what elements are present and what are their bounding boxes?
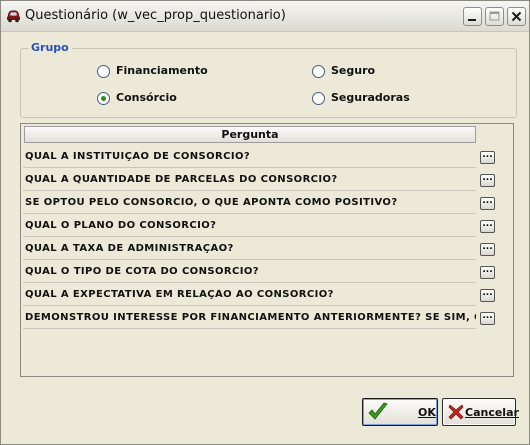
- title-bar[interactable]: Questionário (w_vec_prop_questionario): [1, 1, 529, 32]
- question-text: QUAL A TAXA DE ADMINISTRAÇÃO?: [25, 243, 234, 254]
- question-text: DEMONSTROU INTERESSE POR FINANCIAMENTO A…: [25, 312, 476, 323]
- edit-question-button[interactable]: ...: [480, 312, 495, 325]
- question-text: SE OPTOU PELO CONSÓRCIO, O QUE APONTA CO…: [25, 197, 398, 208]
- x-icon: [448, 404, 464, 420]
- edit-question-button[interactable]: ...: [480, 243, 495, 256]
- check-icon: [368, 402, 388, 420]
- question-text: QUAL O PLANO DO CONSÓRCIO?: [25, 220, 217, 231]
- questions-grid[interactable]: Pergunta QUAL A INSTITUIÇÃO DE CONSÓRCIO…: [20, 123, 514, 377]
- window-title: Questionário (w_vec_prop_questionario): [25, 8, 286, 23]
- car-icon: [7, 10, 20, 23]
- minimize-button[interactable]: [463, 7, 482, 26]
- maximize-button[interactable]: [485, 7, 504, 26]
- maximize-icon: [489, 11, 500, 21]
- question-text: QUAL A INSTITUIÇÃO DE CONSÓRCIO?: [25, 151, 251, 162]
- question-text: QUAL O TIPO DE COTA DO CONSÓRCIO?: [25, 266, 259, 277]
- grupo-groupbox: [20, 48, 517, 118]
- table-row[interactable]: SE OPTOU PELO CONSÓRCIO, O QUE APONTA CO…: [23, 192, 476, 214]
- table-row[interactable]: QUAL O PLANO DO CONSÓRCIO?: [23, 215, 476, 237]
- table-row[interactable]: QUAL A EXPECTATIVA EM RELAÇÃO AO CONSÓRC…: [23, 284, 476, 306]
- table-row[interactable]: QUAL A TAXA DE ADMINISTRAÇÃO?: [23, 238, 476, 260]
- radio-label: Seguradoras: [331, 91, 410, 104]
- close-button[interactable]: [507, 7, 526, 26]
- radio-circle[interactable]: [97, 65, 110, 78]
- radio-label: Consórcio: [116, 91, 177, 104]
- ok-button[interactable]: OK: [362, 398, 438, 426]
- grupo-label: Grupo: [28, 41, 72, 54]
- radio-circle[interactable]: [312, 65, 325, 78]
- table-row[interactable]: QUAL O TIPO DE COTA DO CONSÓRCIO?: [23, 261, 476, 283]
- edit-question-button[interactable]: ...: [480, 197, 495, 210]
- edit-question-button[interactable]: ...: [480, 151, 495, 164]
- close-icon: [511, 11, 522, 22]
- cancel-label: Cancelar: [465, 406, 519, 419]
- ok-label: OK: [418, 406, 436, 419]
- edit-question-button[interactable]: ...: [480, 174, 495, 187]
- question-text: QUAL A QUANTIDADE DE PARCELAS DO CONSÓRC…: [25, 174, 338, 185]
- table-row[interactable]: QUAL A INSTITUIÇÃO DE CONSÓRCIO?: [23, 146, 476, 168]
- cancel-button[interactable]: Cancelar: [442, 398, 519, 426]
- table-row[interactable]: DEMONSTROU INTERESSE POR FINANCIAMENTO A…: [23, 307, 476, 329]
- radio-circle[interactable]: [312, 92, 325, 105]
- edit-question-button[interactable]: ...: [480, 220, 495, 233]
- questionario-window: Questionário (w_vec_prop_questionario) G…: [0, 0, 530, 445]
- radio-circle-checked[interactable]: [97, 92, 110, 105]
- question-text: QUAL A EXPECTATIVA EM RELAÇÃO AO CONSÓRC…: [25, 289, 334, 300]
- minimize-icon: [468, 19, 476, 21]
- edit-question-button[interactable]: ...: [480, 266, 495, 279]
- column-header-pergunta[interactable]: Pergunta: [24, 126, 476, 143]
- radio-label: Seguro: [331, 64, 376, 77]
- edit-question-button[interactable]: ...: [480, 289, 495, 302]
- radio-label: Financiamento: [116, 64, 208, 77]
- table-row[interactable]: QUAL A QUANTIDADE DE PARCELAS DO CONSÓRC…: [23, 169, 476, 191]
